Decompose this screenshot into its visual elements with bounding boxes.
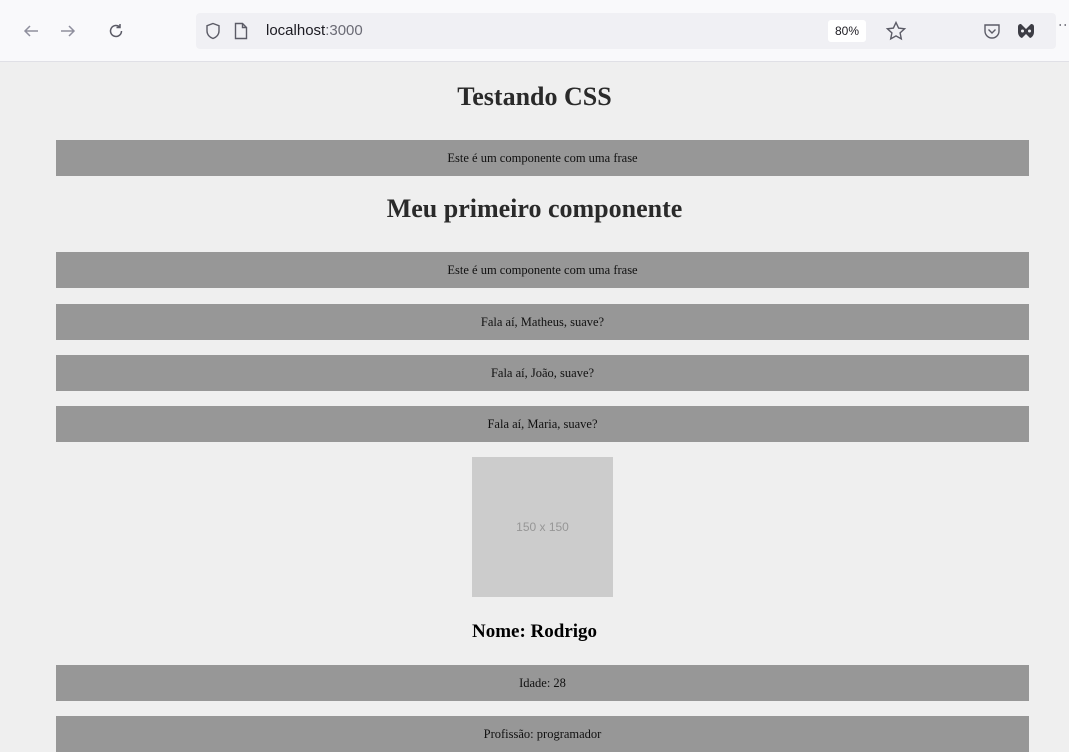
bookmark-star-icon[interactable] <box>885 20 907 42</box>
reload-icon <box>109 24 123 38</box>
profile-age: Idade: 28 <box>56 665 1029 701</box>
url-host: localhost <box>266 22 326 39</box>
profile-name: Nome: Rodrigo <box>471 621 598 642</box>
zoom-level-badge[interactable]: 80% <box>828 20 867 42</box>
overflow-menu-icon[interactable]: ⋮ <box>1058 18 1069 30</box>
pocket-icon[interactable] <box>982 21 1002 41</box>
component-heading: Meu primeiro componente <box>386 194 683 223</box>
page-icon[interactable] <box>234 22 248 40</box>
phrase-component: Este é um componente com uma frase <box>56 252 1029 288</box>
profile-profession: Profissão: programador <box>56 716 1029 752</box>
extension-mask-icon[interactable] <box>1016 21 1036 41</box>
page-title: Testando CSS <box>457 82 612 111</box>
browser-toolbar: localhost:3000 80% ⋮ <box>0 0 1069 62</box>
url-bar[interactable]: localhost:3000 80% <box>196 13 1056 49</box>
arrow-right-icon <box>61 25 76 37</box>
phrase-component: Este é um componente com uma frase <box>56 140 1029 176</box>
greeting-matheus: Fala aí, Matheus, suave? <box>56 304 1029 340</box>
url-text[interactable]: localhost:3000 <box>266 22 363 39</box>
arrow-left-icon <box>23 25 38 37</box>
back-button[interactable] <box>18 18 44 44</box>
reload-button[interactable] <box>103 18 129 44</box>
shield-icon[interactable] <box>204 22 222 40</box>
forward-button[interactable] <box>55 18 81 44</box>
placeholder-label: 150 x 150 <box>516 520 569 534</box>
profile-image-placeholder: 150 x 150 <box>472 457 613 597</box>
url-port: :3000 <box>325 22 363 39</box>
greeting-maria: Fala aí, Maria, suave? <box>56 406 1029 442</box>
greeting-joao: Fala aí, João, suave? <box>56 355 1029 391</box>
